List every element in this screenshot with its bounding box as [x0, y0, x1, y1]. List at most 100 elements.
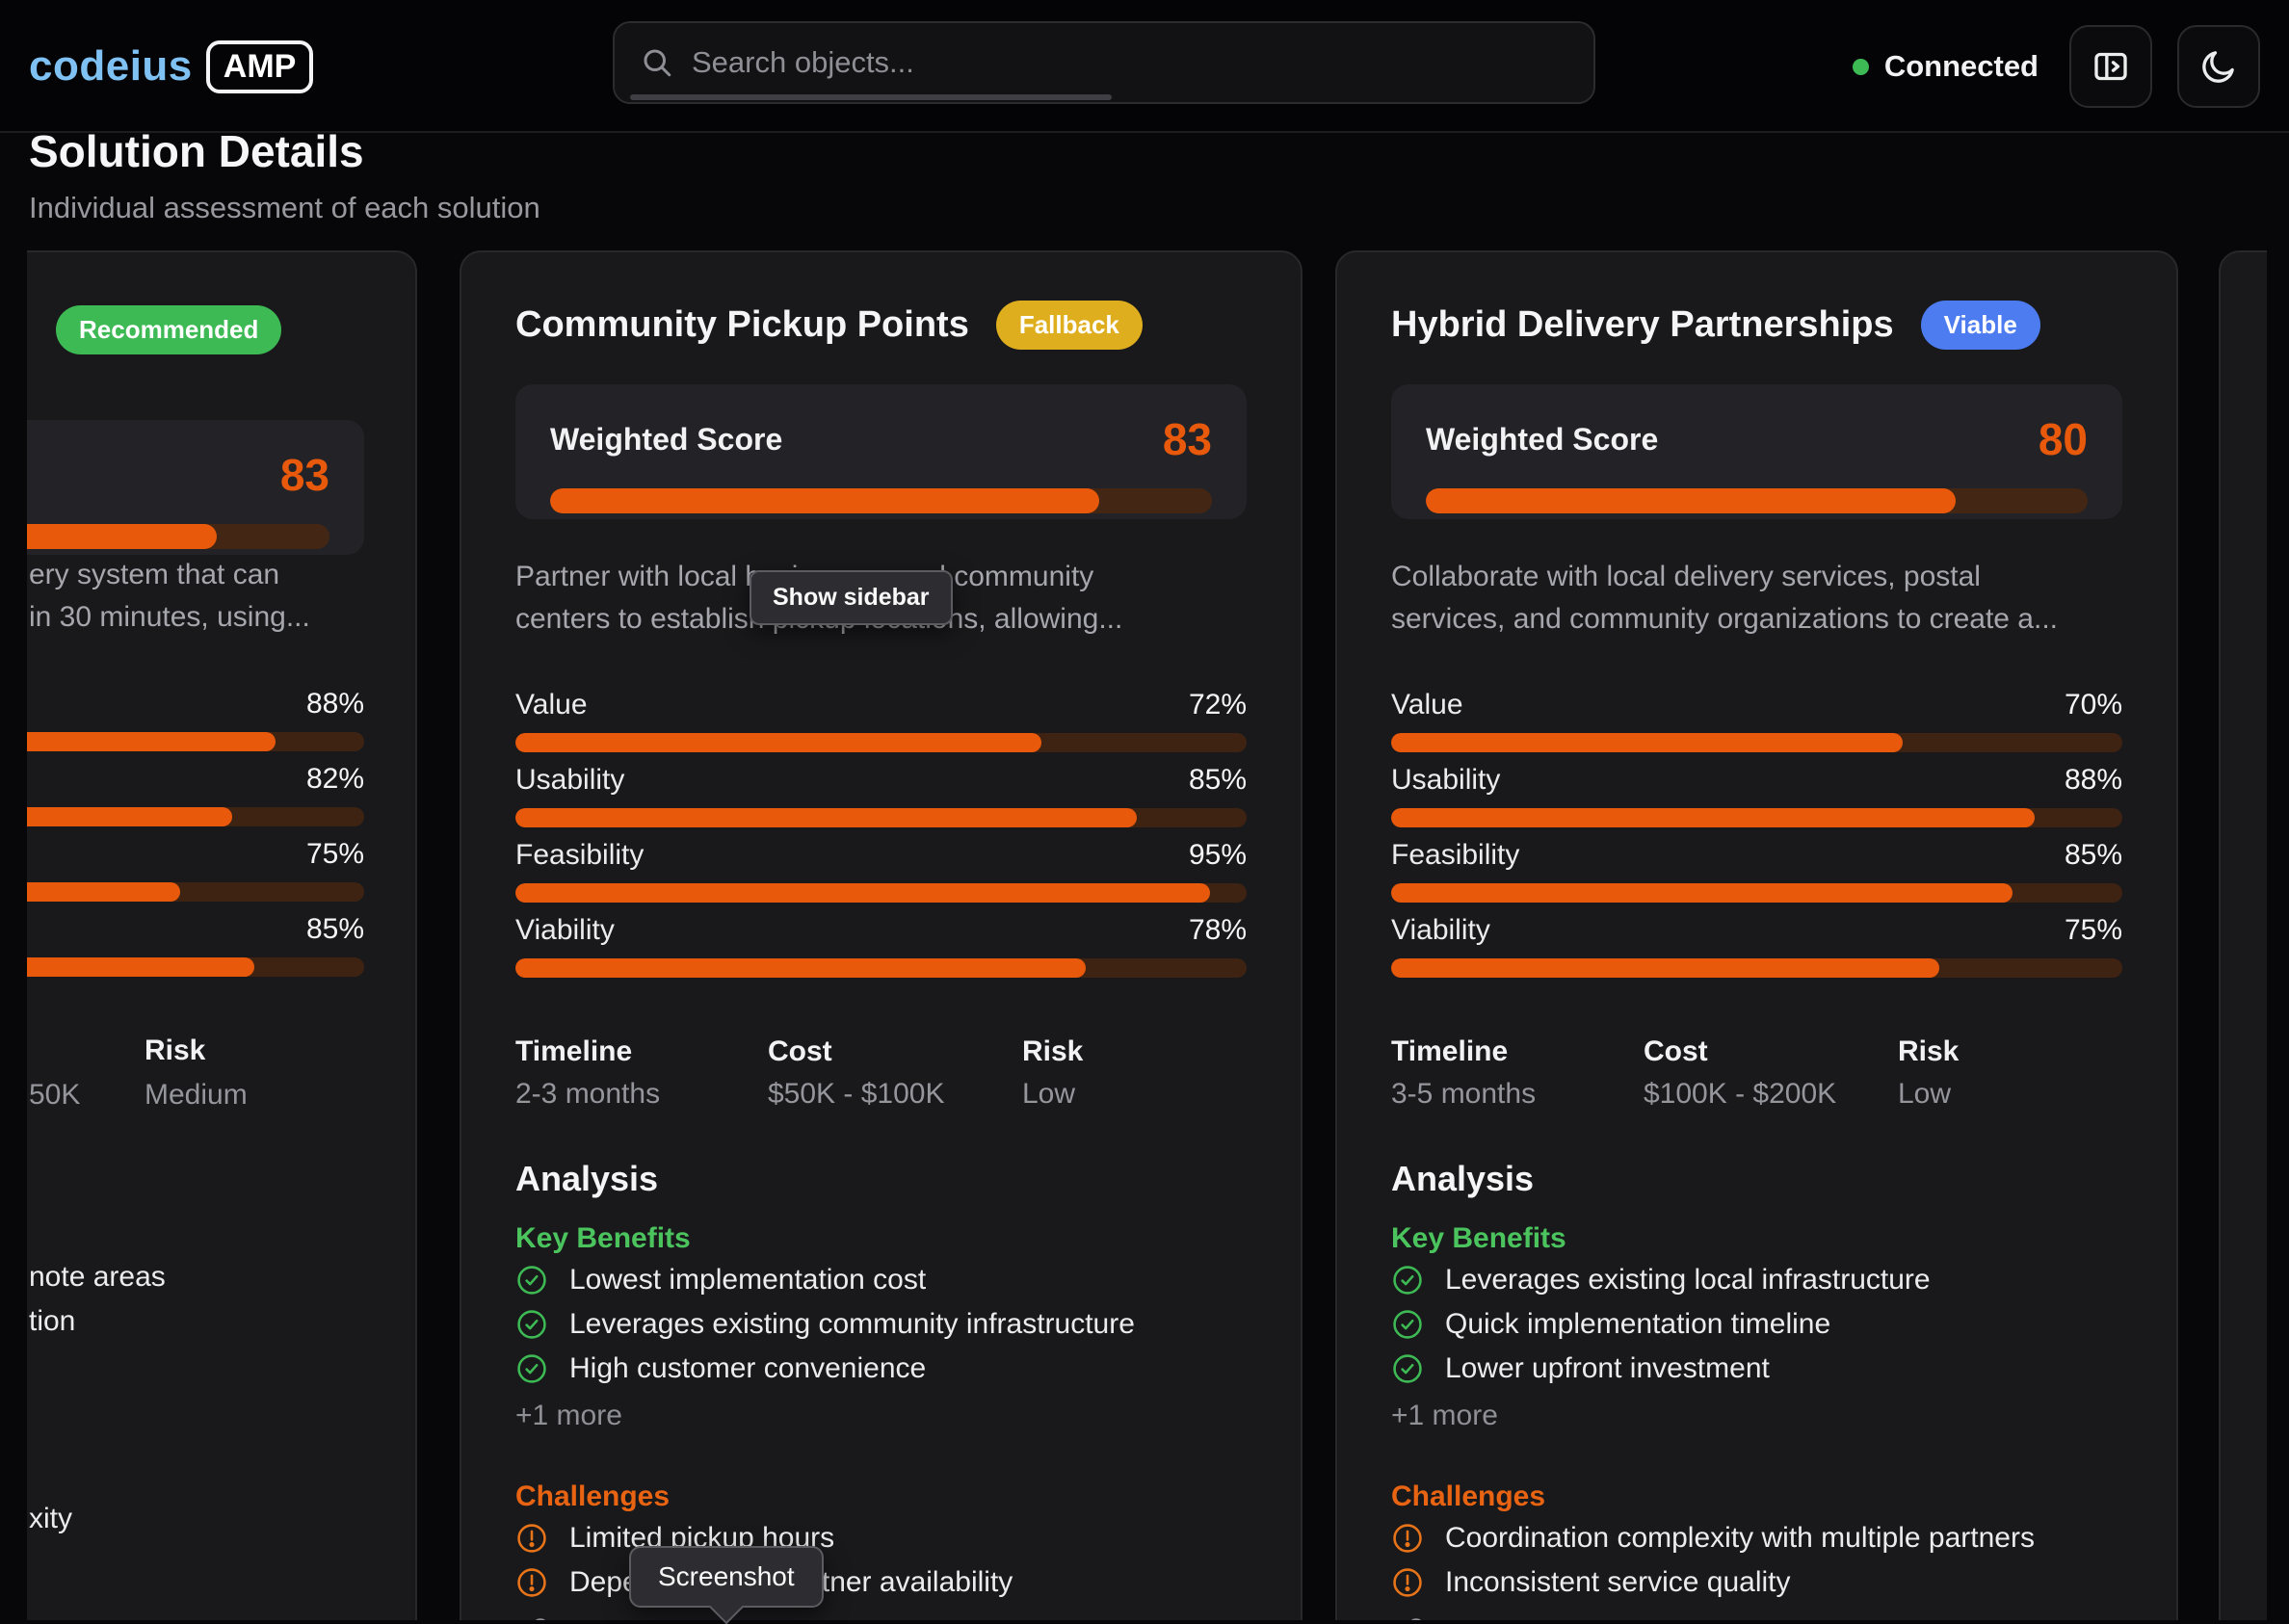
metric-bar: [27, 882, 364, 902]
description-fragment: ery system that can: [29, 559, 279, 591]
benefit-item-fragment: tion: [29, 1305, 75, 1338]
risk-label: Risk: [145, 1035, 205, 1067]
alert-circle-icon: [515, 1522, 548, 1555]
challenge-item: Inconsistent service quality: [1391, 1563, 2122, 1602]
search-icon: [640, 45, 674, 80]
alert-circle-icon: [1391, 1522, 1424, 1555]
metric-bar: [515, 958, 1247, 978]
top-header: codeius AMP Connected: [0, 0, 2289, 133]
metric-row: Value 70%: [1391, 689, 2122, 752]
show-sidebar-tooltip: Show sidebar: [750, 570, 953, 625]
benefit-item: High customer convenience: [515, 1349, 1247, 1388]
timeline-col: Timeline 3-5 months: [1391, 1035, 1644, 1111]
description-fragment: in 30 minutes, using...: [29, 601, 310, 634]
logo-text: codeius: [29, 42, 193, 91]
key-benefits-heading: Key Benefits: [515, 1222, 1247, 1255]
benefit-item-fragment: note areas: [29, 1261, 166, 1294]
metric-bar: [1391, 733, 2122, 752]
screenshot-tooltip: Screenshot: [629, 1546, 824, 1608]
viable-badge: Viable: [1921, 301, 2040, 350]
moon-icon: [2199, 47, 2238, 86]
status-dot-icon: [1853, 59, 1869, 75]
weighted-score-bar: [1426, 488, 2088, 513]
metrics-list: Value 72% Usability 85% Feasibility 95% …: [515, 689, 1247, 978]
card-title: Hybrid Delivery Partnerships: [1391, 304, 1894, 346]
check-circle-icon: [1391, 1308, 1424, 1341]
solution-card-partial-left: Recommended 83 ery system that can in 30…: [27, 250, 417, 1620]
metric-bar: [1391, 883, 2122, 903]
alert-circle-icon: [515, 1566, 548, 1599]
metric-bar: [515, 883, 1247, 903]
check-circle-icon: [1391, 1352, 1424, 1385]
metric-row: 75%: [27, 838, 364, 902]
solutions-scroll-area[interactable]: Recommended 83 ery system that can in 30…: [27, 250, 2267, 1620]
challenges-heading: Challenges: [515, 1480, 1247, 1513]
cost-value-fragment: 50K: [29, 1079, 80, 1112]
benefit-item: Quick implementation timeline: [1391, 1305, 2122, 1344]
search-input[interactable]: [692, 45, 1568, 80]
page-title: Solution Details: [29, 125, 364, 177]
metric-row: 88%: [27, 688, 364, 751]
cost-col: Cost $100K - $200K: [1644, 1035, 1898, 1111]
metric-row: 82%: [27, 763, 364, 826]
check-circle-icon: [515, 1264, 548, 1297]
weighted-score-bar: [550, 488, 1212, 513]
check-circle-icon: [1391, 1264, 1424, 1297]
metrics-list: Value 70% Usability 88% Feasibility 85% …: [1391, 689, 2122, 978]
solution-card-partial-right: [2219, 250, 2267, 1620]
check-circle-icon: [515, 1352, 548, 1385]
weighted-score-bar: [27, 524, 329, 549]
benefit-item: Leverages existing local infrastructure: [1391, 1261, 2122, 1299]
sidebar-panel-icon: [2092, 47, 2130, 86]
metric-bar: [27, 957, 364, 977]
app-logo: codeius AMP: [29, 0, 313, 133]
challenges-more: +2 more: [1391, 1613, 2122, 1620]
toggle-sidebar-button[interactable]: [2069, 25, 2152, 108]
metric-bar: [1391, 808, 2122, 827]
metric-row: Feasibility 85%: [1391, 839, 2122, 903]
solution-card-hybrid-delivery-partnerships: Hybrid Delivery Partnerships Viable Weig…: [1335, 250, 2178, 1620]
logo-amp-badge: AMP: [206, 40, 314, 93]
solution-card-community-pickup-points: Community Pickup Points Fallback Weighte…: [460, 250, 1302, 1620]
challenges-heading: Challenges: [1391, 1480, 2122, 1513]
metric-bar: [27, 807, 364, 826]
check-circle-icon: [515, 1308, 548, 1341]
page-subtitle: Individual assessment of each solution: [29, 191, 540, 225]
recommended-badge: Recommended: [56, 305, 281, 354]
risk-value: Medium: [145, 1079, 248, 1112]
search-bar[interactable]: [613, 21, 1595, 104]
benefit-item: Lower upfront investment: [1391, 1349, 2122, 1388]
benefits-more: +1 more: [515, 1400, 1247, 1432]
challenge-item: Coordination complexity with multiple pa…: [1391, 1519, 2122, 1558]
metric-bar: [27, 732, 364, 751]
challenges-more: +2 more: [515, 1613, 1247, 1620]
card-description: Collaborate with local delivery services…: [1391, 556, 2122, 641]
key-benefits-heading: Key Benefits: [1391, 1222, 2122, 1255]
weighted-score-value: 83: [1163, 413, 1212, 465]
alert-circle-icon: [1391, 1566, 1424, 1599]
metric-row: Usability 85%: [515, 764, 1247, 827]
connection-status: Connected: [1853, 49, 2039, 84]
metrics-list: 88% 82% 75% 85%: [27, 688, 364, 988]
weighted-score-label: Weighted Score: [1426, 422, 1658, 458]
benefit-item: Lowest implementation cost: [515, 1261, 1247, 1299]
challenge-item: Dependency on partner availability: [515, 1563, 1247, 1602]
risk-col: Risk Low: [1898, 1035, 2122, 1111]
benefit-item: Leverages existing community infrastruct…: [515, 1305, 1247, 1344]
metric-row: 85%: [27, 913, 364, 977]
risk-col: Risk Low: [1022, 1035, 1247, 1111]
weighted-score-label: Weighted Score: [550, 422, 782, 458]
challenge-item-fragment: xity: [29, 1503, 72, 1535]
fallback-badge: Fallback: [996, 301, 1143, 350]
analysis-heading: Analysis: [515, 1159, 1247, 1199]
metric-bar: [515, 808, 1247, 827]
analysis-heading: Analysis: [1391, 1159, 2122, 1199]
weighted-score-box: Weighted Score 83: [515, 384, 1247, 519]
status-label: Connected: [1884, 49, 2039, 84]
theme-toggle-button[interactable]: [2177, 25, 2260, 108]
weighted-score-value: 83: [280, 449, 329, 501]
metric-bar: [1391, 958, 2122, 978]
metric-row: Value 72%: [515, 689, 1247, 752]
cost-col: Cost $50K - $100K: [768, 1035, 1022, 1111]
card-title: Community Pickup Points: [515, 304, 969, 346]
